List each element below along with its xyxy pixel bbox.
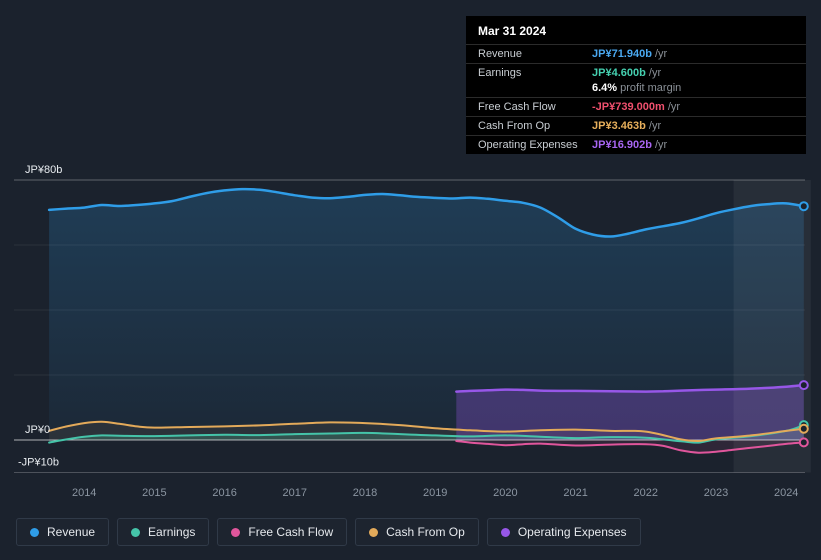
- fcf-legend-dot-icon: [231, 527, 241, 537]
- opex-legend-dot-icon: [500, 527, 510, 537]
- legend-item-label: Free Cash Flow: [248, 525, 334, 539]
- x-axis-label: 2023: [704, 487, 728, 499]
- tooltip-row-label: Cash From Op: [478, 120, 551, 132]
- earnings-legend-dot-icon: [131, 527, 141, 537]
- legend-item-label: Earnings: [148, 525, 196, 539]
- tooltip-profit-margin-row: 6.4% profit margin: [466, 82, 806, 97]
- y-axis-label: JP¥0: [25, 424, 50, 436]
- tooltip-row-value: 6.4% profit margin: [592, 82, 682, 94]
- revenue-legend-dot-icon: [30, 527, 39, 537]
- legend-item-fcf[interactable]: Free Cash Flow: [217, 518, 348, 546]
- legend-item-opex[interactable]: Operating Expenses: [486, 518, 641, 546]
- legend-item-label: Cash From Op: [386, 525, 465, 539]
- earnings-revenue-history-chart: JP¥80b JP¥0 -JP¥10b 2014 2015 2016 2017 2018 201…: [0, 0, 821, 560]
- x-axis-label: 2024: [774, 487, 798, 499]
- tooltip-row-value: JP¥3.463b /yr: [592, 120, 662, 132]
- tooltip-row-label: Operating Expenses: [478, 139, 578, 151]
- tooltip-row-label: Earnings: [478, 67, 522, 79]
- x-axis-label: 2019: [423, 487, 447, 499]
- tooltip-row-value: JP¥4.600b /yr: [592, 67, 662, 79]
- x-axis-label: 2018: [353, 487, 377, 499]
- tooltip-row-value: JP¥16.902b /yr: [592, 139, 668, 151]
- x-axis-label: 2021: [563, 487, 587, 499]
- tooltip-row-value: -JP¥739.000m /yr: [592, 101, 681, 113]
- tooltip-date: Mar 31 2024: [478, 24, 547, 38]
- tooltip-row: Revenue JP¥71.940b /yr: [466, 44, 806, 63]
- tooltip-row-label: Free Cash Flow: [478, 101, 556, 113]
- tooltip-rows: Revenue JP¥71.940b /yr Earnings JP¥4.600b /…: [466, 44, 806, 154]
- legend-item-earnings[interactable]: Earnings: [117, 518, 210, 546]
- x-axis-label: 2022: [634, 487, 658, 499]
- tooltip-row: Cash From Op JP¥3.463b /yr: [466, 116, 806, 135]
- x-axis-label: 2020: [493, 487, 517, 499]
- tooltip-row: Operating Expenses JP¥16.902b /yr: [466, 135, 806, 154]
- x-axis-label: 2014: [72, 487, 96, 499]
- tooltip-row: Free Cash Flow -JP¥739.000m /yr: [466, 97, 806, 116]
- tooltip-row: Earnings JP¥4.600b /yr: [466, 63, 806, 82]
- y-axis-label: JP¥80b: [25, 164, 62, 176]
- legend-item-revenue[interactable]: Revenue: [16, 518, 110, 546]
- y-axis-label: -JP¥10b: [18, 457, 59, 469]
- legend-item-label: Operating Expenses: [517, 525, 627, 539]
- legend-item-label: Revenue: [47, 525, 96, 539]
- x-axis-label: 2016: [212, 487, 236, 499]
- cashop-legend-dot-icon: [369, 527, 379, 537]
- chart-legend: Revenue Earnings Free Cash Flow Cash From O…: [16, 518, 641, 546]
- tooltip-row-value: JP¥71.940b /yr: [592, 48, 668, 60]
- legend-item-cashop[interactable]: Cash From Op: [355, 518, 479, 546]
- x-axis-label: 2017: [283, 487, 307, 499]
- x-axis-label: 2015: [142, 487, 166, 499]
- tooltip-row-label: Revenue: [478, 48, 523, 60]
- chart-tooltip: Mar 31 2024 Revenue JP¥71.940b /yr Earning…: [466, 16, 806, 154]
